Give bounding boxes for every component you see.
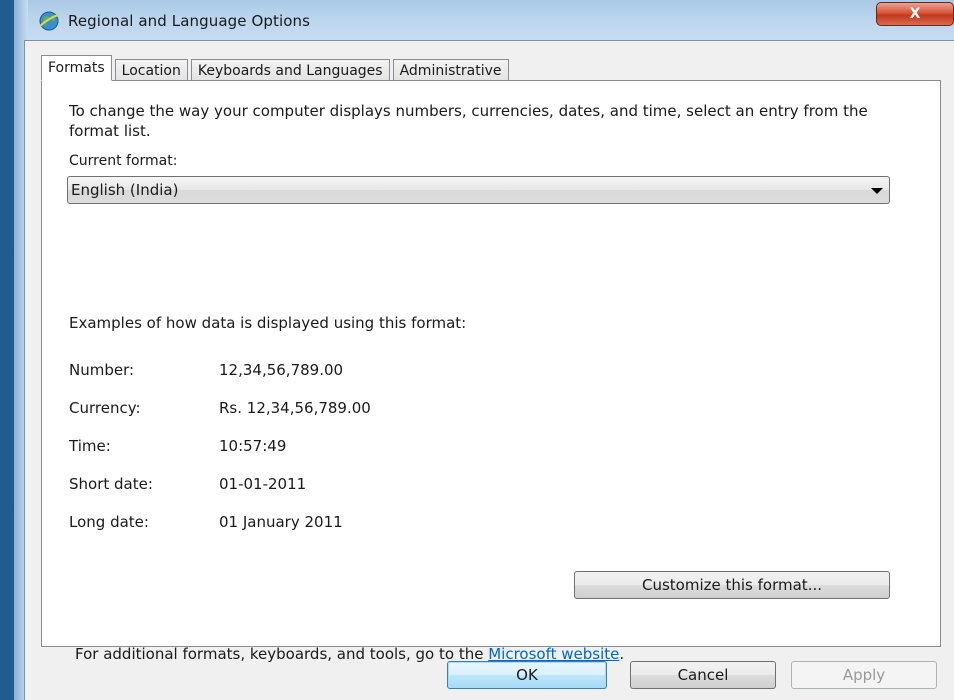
number-value: 12,34,56,789.00 bbox=[219, 361, 344, 379]
current-format-select[interactable]: English (India) bbox=[67, 176, 890, 204]
tab-strip: Formats Location Keyboards and Languages… bbox=[41, 55, 512, 81]
intro-text: To change the way your computer displays… bbox=[69, 102, 868, 140]
tab-keyboards-and-languages[interactable]: Keyboards and Languages bbox=[190, 59, 390, 81]
formats-panel: To change the way your computer displays… bbox=[41, 80, 941, 663]
tab-formats[interactable]: Formats bbox=[41, 55, 112, 81]
examples-heading: Examples of how data is displayed using … bbox=[69, 314, 467, 332]
window-title: Regional and Language Options bbox=[68, 12, 311, 30]
apply-button[interactable]: Apply bbox=[791, 661, 937, 689]
cancel-label: Cancel bbox=[677, 666, 729, 684]
tab-label: Administrative bbox=[399, 62, 502, 79]
time-label: Time: bbox=[69, 437, 111, 455]
currency-label: Currency: bbox=[69, 399, 141, 417]
close-icon: X bbox=[909, 6, 921, 22]
footer-suffix: . bbox=[619, 645, 625, 663]
tab-label: Keyboards and Languages bbox=[197, 62, 383, 79]
chevron-down-icon bbox=[871, 188, 883, 194]
current-format-value: English (India) bbox=[71, 181, 179, 199]
tab-location[interactable]: Location bbox=[114, 59, 188, 81]
globe-icon bbox=[38, 10, 60, 32]
dialog-client-area: Formats Location Keyboards and Languages… bbox=[24, 40, 954, 700]
long-date-label: Long date: bbox=[69, 513, 149, 531]
tab-administrative[interactable]: Administrative bbox=[392, 59, 509, 81]
tab-label: Formats bbox=[48, 60, 105, 76]
tab-label: Location bbox=[121, 62, 181, 79]
cancel-button[interactable]: Cancel bbox=[630, 661, 776, 689]
time-value: 10:57:49 bbox=[219, 437, 287, 455]
ok-label: OK bbox=[516, 666, 538, 684]
short-date-label: Short date: bbox=[69, 475, 153, 493]
customize-format-button[interactable]: Customize this format... bbox=[574, 571, 890, 599]
apply-label: Apply bbox=[842, 666, 886, 684]
ok-button[interactable]: OK bbox=[447, 661, 607, 689]
customize-format-label: Customize this format... bbox=[642, 576, 822, 594]
number-label: Number: bbox=[69, 361, 135, 379]
short-date-value: 01-01-2011 bbox=[219, 475, 307, 493]
footer-prefix: For additional formats, keyboards, and t… bbox=[75, 645, 489, 663]
current-format-label: Current format: bbox=[69, 153, 178, 169]
close-button[interactable]: X bbox=[876, 2, 954, 26]
title-bar[interactable]: Regional and Language Options X bbox=[14, 0, 954, 40]
currency-value: Rs. 12,34,56,789.00 bbox=[219, 399, 371, 417]
long-date-value: 01 January 2011 bbox=[219, 513, 343, 531]
